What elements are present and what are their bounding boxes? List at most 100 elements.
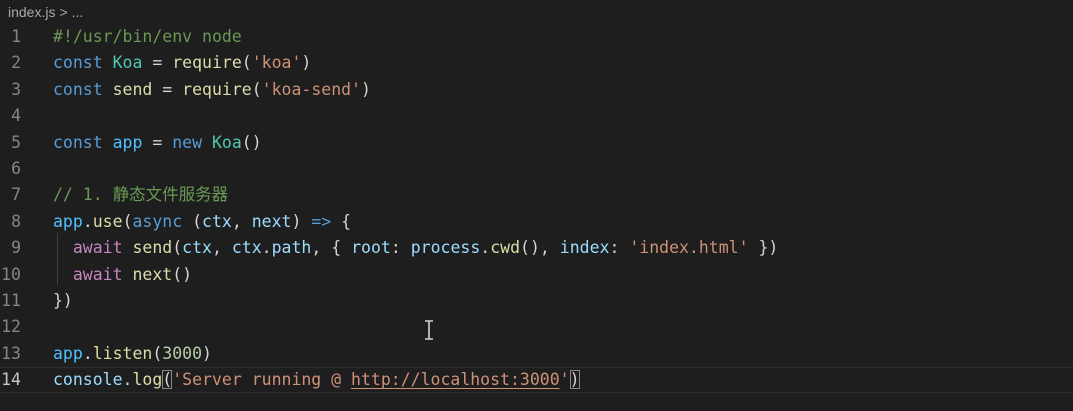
code-token: console: [53, 370, 123, 390]
code-token: ): [291, 211, 312, 231]
code-token: require: [182, 79, 252, 99]
code-token: .: [82, 211, 93, 231]
code-token: 'koa': [251, 53, 302, 73]
code-token: const: [53, 53, 103, 73]
code-token: (: [152, 343, 163, 363]
line-number[interactable]: 13: [0, 341, 21, 367]
code-token: ctx: [202, 211, 232, 231]
breadcrumb-separator-icon: >: [59, 4, 68, 20]
code-text: #!/usr/bin/env node: [53, 24, 242, 50]
code-token: {: [331, 211, 352, 231]
line-number[interactable]: 8: [0, 209, 21, 235]
code-token: ): [569, 370, 580, 390]
code-token: 'Server running @: [172, 370, 352, 390]
code-token: (: [251, 79, 262, 99]
code-line[interactable]: 1 #!/usr/bin/env node: [0, 24, 1073, 50]
code-text: }): [53, 288, 73, 314]
line-number[interactable]: 5: [0, 130, 21, 156]
line-number[interactable]: 1: [0, 24, 21, 50]
code-token: =: [152, 79, 183, 99]
code-token: ,: [211, 238, 232, 258]
code-token: require: [172, 53, 242, 73]
line-number[interactable]: 12: [0, 314, 21, 340]
code-line[interactable]: 9 await send(ctx, ctx.path, { root: proc…: [0, 235, 1073, 261]
code-token: new: [172, 132, 203, 152]
code-token: (): [172, 264, 193, 284]
code-token: }): [53, 291, 73, 310]
code-token: ,: [231, 211, 252, 231]
code-text: const app = new Koa(): [53, 130, 262, 156]
code-token: =>: [311, 211, 332, 231]
code-text: await send(ctx, ctx.path, { root: proces…: [53, 235, 778, 261]
text-cursor-icon: [425, 320, 433, 340]
line-number[interactable]: 10: [0, 262, 21, 288]
line-number[interactable]: 3: [0, 77, 21, 103]
code-token: .: [122, 370, 133, 390]
code-line[interactable]: 6: [0, 156, 1073, 182]
code-token: (: [182, 211, 203, 231]
code-token: ctx: [182, 238, 212, 258]
code-token: send: [112, 79, 153, 99]
code-token: async: [132, 211, 183, 231]
code-text: // 1. 静态文件服务器: [53, 182, 228, 208]
code-line[interactable]: 7 // 1. 静态文件服务器: [0, 182, 1073, 208]
line-number[interactable]: 11: [0, 288, 21, 314]
code-token: #!/usr/bin/env node: [53, 27, 242, 46]
code-token: (: [241, 53, 252, 73]
breadcrumb: index.js >...: [8, 1, 83, 23]
line-number[interactable]: 2: [0, 50, 21, 76]
code-line[interactable]: 5 const app = new Koa(): [0, 130, 1073, 156]
code-line[interactable]: 4: [0, 103, 1073, 129]
code-line[interactable]: 3 const send = require('koa-send'): [0, 77, 1073, 103]
code-line[interactable]: 10 await next(): [0, 262, 1073, 288]
line-number[interactable]: 6: [0, 156, 21, 182]
code-token: =: [142, 132, 173, 152]
code-token: ): [361, 79, 371, 99]
code-line[interactable]: 8 app.use(async (ctx, next) => {: [0, 209, 1073, 235]
code-token: await: [72, 238, 123, 258]
code-token: path: [271, 238, 312, 258]
code-token: .: [480, 238, 491, 258]
line-number[interactable]: 7: [0, 182, 21, 208]
code-token: 3000: [162, 343, 203, 363]
code-token: use: [92, 211, 123, 231]
code-line[interactable]: 2 const Koa = require('koa'): [0, 50, 1073, 76]
code-token: send: [132, 238, 173, 258]
code-line[interactable]: 14 console.log('Server running @ http://l…: [0, 367, 1073, 394]
line-number[interactable]: 9: [0, 235, 21, 261]
code-token: :: [390, 238, 411, 258]
code-token: const: [53, 132, 103, 152]
code-line[interactable]: 13 app.listen(3000): [0, 341, 1073, 367]
editor-text-area[interactable]: 1 #!/usr/bin/env node 2 const Koa = require…: [0, 24, 1073, 411]
code-token: Koa: [112, 53, 143, 73]
code-token: (: [122, 211, 133, 231]
line-number[interactable]: 14: [0, 368, 21, 392]
code-token: log: [132, 370, 163, 390]
code-line[interactable]: 12: [0, 314, 1073, 340]
code-token: next: [132, 264, 173, 284]
code-token: ctx: [231, 238, 262, 258]
code-token: 'index.html': [629, 238, 749, 258]
code-token: app: [53, 211, 83, 231]
code-token: ): [202, 343, 212, 363]
code-token: app: [112, 132, 143, 152]
code-token: Koa: [211, 132, 242, 152]
code-token: process: [410, 238, 481, 258]
code-text: app.listen(3000): [53, 341, 212, 367]
code-text: app.use(async (ctx, next) => {: [53, 209, 351, 235]
code-token: const: [53, 79, 103, 99]
code-token: (): [241, 132, 262, 152]
breadcrumb-file[interactable]: index.js: [8, 4, 55, 20]
breadcrumb-symbols[interactable]: ...: [72, 4, 84, 20]
line-number[interactable]: 4: [0, 103, 21, 129]
code-token: next: [251, 211, 292, 231]
code-token: ': [559, 370, 570, 390]
code-line[interactable]: 11}): [0, 288, 1073, 314]
